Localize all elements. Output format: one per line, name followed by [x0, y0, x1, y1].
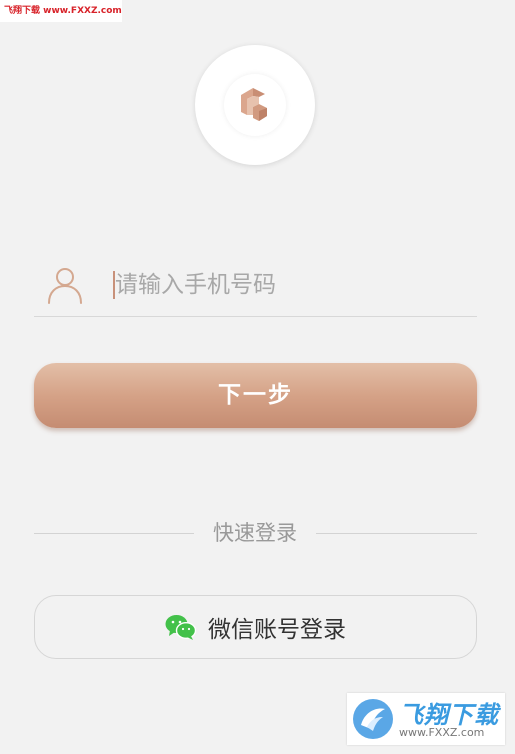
quick-login-title: 快速登录	[213, 521, 297, 545]
user-icon	[48, 268, 82, 304]
watermark-top-text: 飞翔下载 www.FXXZ.com	[4, 6, 122, 16]
watermark-logo-icon	[353, 699, 393, 739]
phone-input[interactable]	[112, 265, 470, 305]
wechat-icon	[165, 615, 196, 640]
wechat-login-label: 微信账号登录	[208, 617, 346, 643]
watermark-top: 飞翔下载 www.FXXZ.com	[0, 0, 122, 22]
brand-logo-icon	[241, 88, 267, 121]
wechat-login-button[interactable]: 微信账号登录	[34, 595, 477, 659]
watermark-bottom-url: www.FXXZ.com	[399, 726, 485, 739]
app-logo	[195, 45, 315, 165]
divider-right	[316, 533, 477, 534]
app-logo-inner	[224, 74, 286, 136]
watermark-bottom-title: 飞翔下载	[399, 701, 499, 729]
divider-left	[34, 533, 194, 534]
next-step-button[interactable]: 下一步	[34, 363, 477, 428]
watermark-bottom: 飞翔下载 www.FXXZ.com	[347, 693, 505, 745]
phone-input-row	[34, 255, 477, 317]
